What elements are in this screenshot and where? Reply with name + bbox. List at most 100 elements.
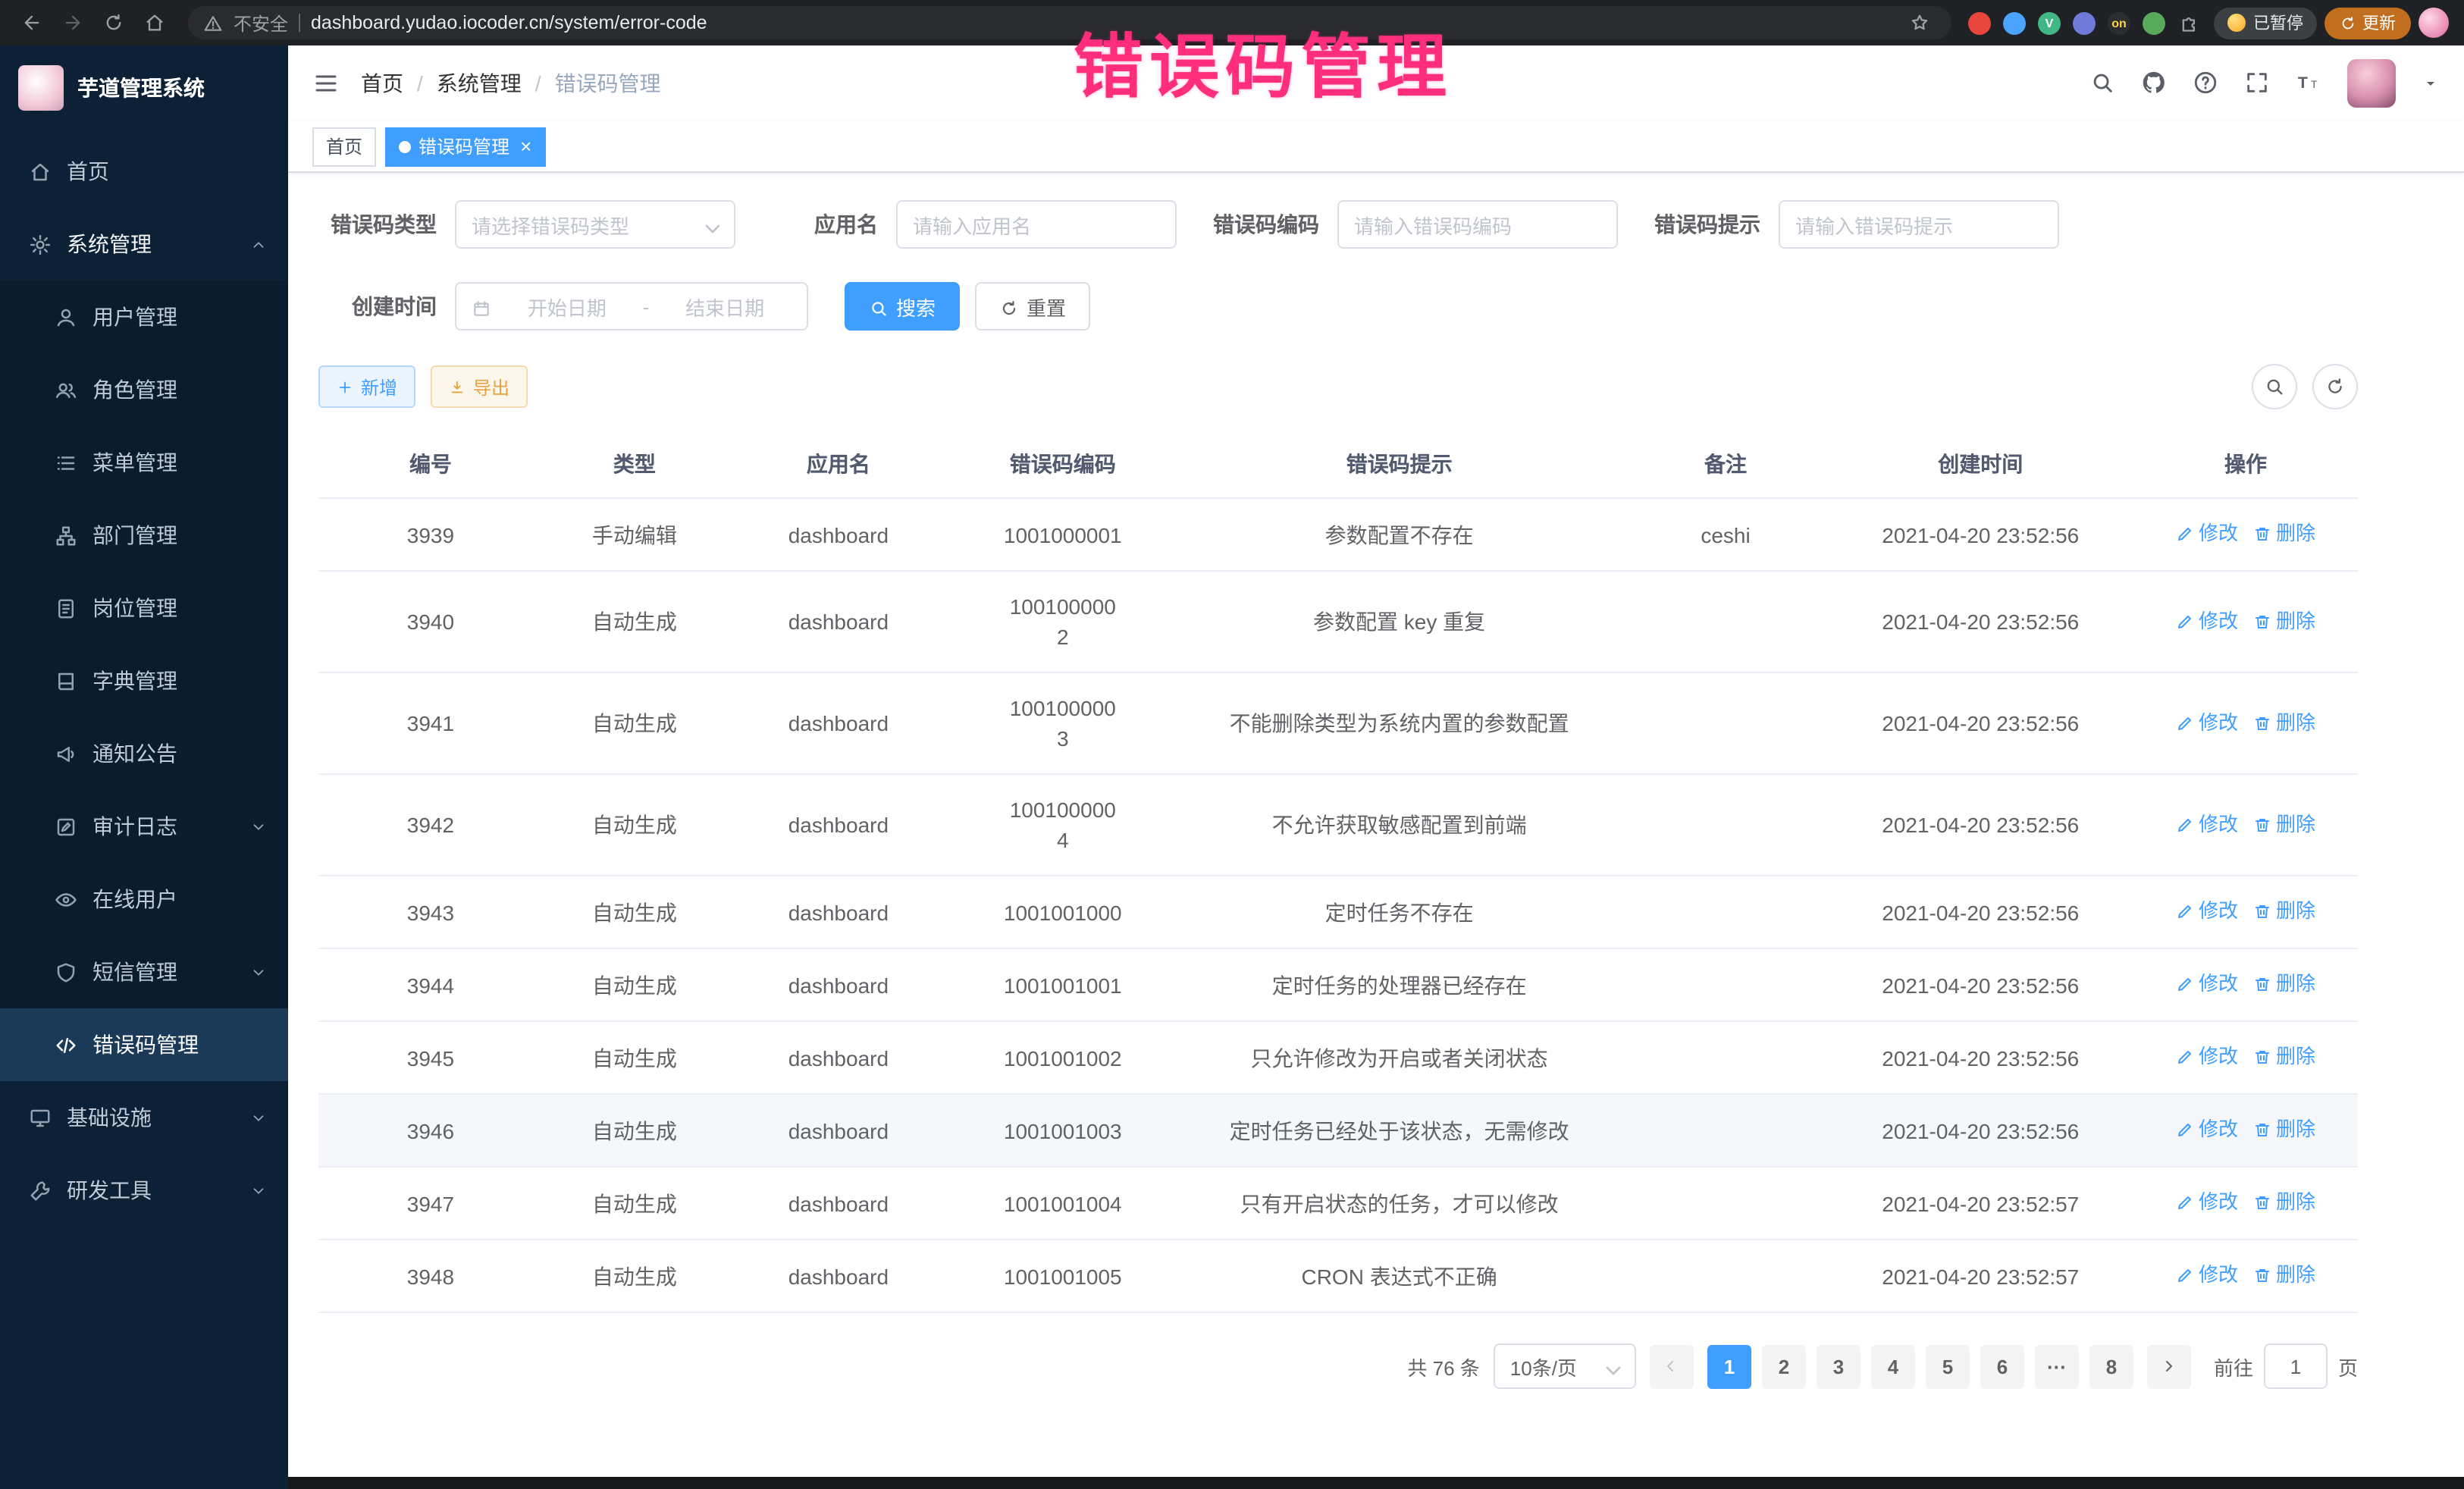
sidebar-item[interactable]: 系统管理: [0, 208, 288, 281]
delete-link[interactable]: 删除: [2253, 1114, 2315, 1145]
hamburger-icon[interactable]: [312, 70, 340, 97]
edit-link[interactable]: 修改: [2176, 896, 2238, 926]
pager-ellipsis[interactable]: ···: [2035, 1344, 2079, 1388]
sidebar-item[interactable]: 基础设施: [0, 1081, 288, 1154]
sidebar-subitem[interactable]: 错误码管理: [0, 1008, 288, 1081]
font-size-icon[interactable]: TT: [2296, 70, 2321, 97]
browser-home-icon[interactable]: [138, 6, 171, 39]
add-button[interactable]: 新增: [318, 365, 415, 408]
fontsize-icon: TT: [2296, 71, 2321, 96]
puzzle-icon[interactable]: [2173, 6, 2206, 39]
next-page-button[interactable]: [2147, 1344, 2191, 1388]
refresh-table-button[interactable]: [2312, 364, 2358, 409]
add-button-label: 新增: [361, 374, 397, 400]
page-button[interactable]: 6: [1980, 1344, 2024, 1388]
tab-item[interactable]: 首页: [312, 127, 376, 166]
pencil-icon: [2176, 525, 2194, 543]
delete-label: 删除: [2276, 896, 2315, 926]
sidebar-item[interactable]: 研发工具: [0, 1154, 288, 1227]
export-button[interactable]: 导出: [431, 365, 528, 408]
delete-link[interactable]: 删除: [2253, 606, 2315, 636]
delete-link[interactable]: 删除: [2253, 1042, 2315, 1072]
sidebar-subitem[interactable]: 岗位管理: [0, 572, 288, 644]
search-button[interactable]: 搜索: [845, 282, 960, 331]
reset-button[interactable]: 重置: [975, 282, 1090, 331]
sidebar-subitem[interactable]: 通知公告: [0, 717, 288, 790]
error-code-input[interactable]: 请输入错误码编码: [1337, 200, 1618, 249]
sidebar-subitem[interactable]: 短信管理: [0, 936, 288, 1008]
delete-link[interactable]: 删除: [2253, 519, 2315, 549]
browser-update-button[interactable]: 更新: [2324, 7, 2411, 39]
error-type-select[interactable]: 请选择错误码类型: [455, 200, 735, 249]
breadcrumb-item[interactable]: 系统管理: [437, 68, 522, 99]
goto-page-input[interactable]: [2264, 1343, 2328, 1389]
tab-active[interactable]: 错误码管理×: [385, 127, 545, 166]
delete-link[interactable]: 删除: [2253, 969, 2315, 999]
header-search-icon[interactable]: [2089, 70, 2115, 97]
edit-link[interactable]: 修改: [2176, 1260, 2238, 1290]
delete-link[interactable]: 删除: [2253, 809, 2315, 839]
pencil-icon: [2176, 1048, 2194, 1066]
blue-drop-extension-icon[interactable]: [2003, 11, 2026, 34]
sidebar-subitem[interactable]: 用户管理: [0, 281, 288, 353]
github-icon[interactable]: [2141, 70, 2167, 97]
download-icon: [449, 376, 466, 397]
prev-page-button[interactable]: [1650, 1344, 1694, 1388]
edit-link[interactable]: 修改: [2176, 1042, 2238, 1072]
sidebar-subitem[interactable]: 部门管理: [0, 499, 288, 572]
browser-forward-icon[interactable]: [56, 6, 89, 39]
goto-label: 前往: [2214, 1352, 2253, 1381]
page-button[interactable]: 3: [1817, 1344, 1861, 1388]
sidebar-subitem[interactable]: 菜单管理: [0, 426, 288, 499]
bookmark-star-icon[interactable]: [1903, 6, 1936, 39]
app-name-placeholder: 请输入应用名: [913, 210, 1160, 239]
browser-profile-avatar[interactable]: [2419, 8, 2449, 38]
paused-badge[interactable]: 已暂停: [2214, 7, 2317, 39]
app-logo[interactable]: 芋道管理系统: [0, 45, 288, 129]
delete-link[interactable]: 删除: [2253, 896, 2315, 926]
sidebar-item[interactable]: 首页: [0, 135, 288, 208]
sidebar-subitem[interactable]: 在线用户: [0, 863, 288, 936]
sidebar-subitem[interactable]: 角色管理: [0, 353, 288, 426]
red-dot-extension-icon[interactable]: [1968, 11, 1991, 34]
delete-link[interactable]: 删除: [2253, 707, 2315, 738]
on-badge-extension-icon[interactable]: on: [2108, 11, 2130, 34]
sidebar-subitem[interactable]: 字典管理: [0, 644, 288, 717]
edit-link[interactable]: 修改: [2176, 1187, 2238, 1218]
edit-link[interactable]: 修改: [2176, 519, 2238, 549]
help-icon[interactable]: [2193, 70, 2218, 97]
browser-reload-icon[interactable]: [97, 6, 130, 39]
error-hint-input[interactable]: 请输入错误码提示: [1779, 200, 2059, 249]
app-name-input[interactable]: 请输入应用名: [896, 200, 1177, 249]
page-button[interactable]: 4: [1871, 1344, 1915, 1388]
breadcrumb-item[interactable]: 首页: [361, 68, 403, 99]
page-size-select[interactable]: 10条/页: [1494, 1343, 1636, 1389]
vue-devtools-extension-icon[interactable]: V: [2038, 11, 2061, 34]
edit-link[interactable]: 修改: [2176, 1114, 2238, 1145]
address-bar[interactable]: 不安全 dashboard.yudao.iocoder.cn/system/er…: [188, 6, 1951, 39]
page-button[interactable]: 2: [1762, 1344, 1806, 1388]
palette-extension-icon[interactable]: [2073, 11, 2096, 34]
cell-code: 1001000004: [951, 774, 1175, 876]
edit-link[interactable]: 修改: [2176, 969, 2238, 999]
toggle-search-button[interactable]: [2252, 364, 2297, 409]
page-button[interactable]: 5: [1926, 1344, 1970, 1388]
edit-link[interactable]: 修改: [2176, 809, 2238, 839]
tab-close-icon[interactable]: ×: [520, 135, 531, 158]
delete-link[interactable]: 删除: [2253, 1260, 2315, 1290]
users-icon: [55, 378, 77, 401]
edit-link[interactable]: 修改: [2176, 606, 2238, 636]
page-button[interactable]: 8: [2089, 1344, 2133, 1388]
sidebar-subitem[interactable]: 审计日志: [0, 790, 288, 863]
page-button[interactable]: 1: [1707, 1344, 1751, 1388]
column-header: 类型: [543, 431, 726, 498]
date-range-input[interactable]: 开始日期 - 结束日期: [455, 282, 808, 331]
fullscreen-icon[interactable]: [2244, 70, 2270, 97]
caret-down-icon[interactable]: [2422, 70, 2440, 97]
user-avatar[interactable]: [2347, 59, 2396, 108]
edit-link[interactable]: 修改: [2176, 707, 2238, 738]
delete-link[interactable]: 删除: [2253, 1187, 2315, 1218]
filter-group-created: 创建时间 开始日期 - 结束日期: [318, 282, 808, 331]
browser-back-icon[interactable]: [15, 6, 49, 39]
leaf-extension-icon[interactable]: [2143, 11, 2165, 34]
